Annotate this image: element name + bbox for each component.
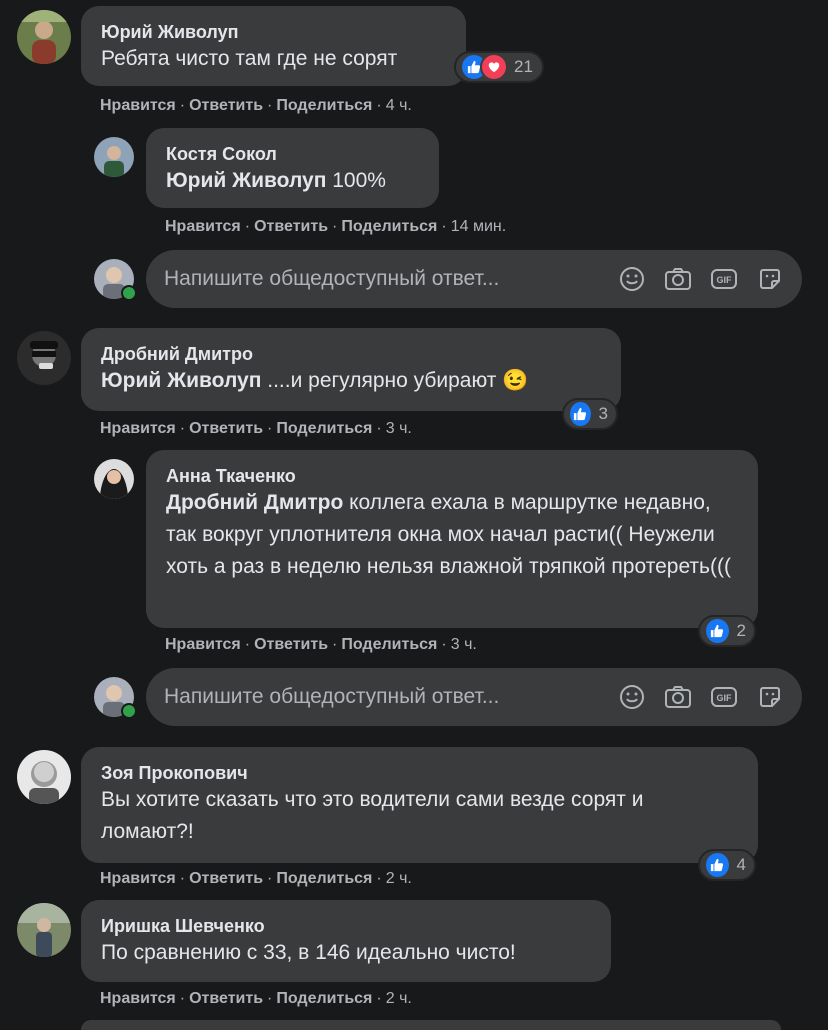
online-indicator xyxy=(121,285,137,301)
like-button[interactable]: Нравится xyxy=(165,218,241,235)
reply-placeholder: Напишите общедоступный ответ... xyxy=(164,685,500,708)
comment-text: По сравнению с 33, в 146 идеально чисто! xyxy=(101,941,516,964)
like-icon xyxy=(704,617,731,645)
comment-author[interactable]: Дробний Дмитро xyxy=(101,344,601,365)
next-bubble-edge xyxy=(81,1020,781,1030)
reply-button[interactable]: Ответить xyxy=(189,420,263,437)
comment-time[interactable]: 2 ч. xyxy=(386,870,412,887)
reaction-count: 21 xyxy=(514,57,533,76)
comment-time[interactable]: 3 ч. xyxy=(386,420,412,437)
mention-link[interactable]: Юрий Живолуп xyxy=(101,369,261,392)
comment-actions: Нравится · Ответить · Поделиться · 14 мин. xyxy=(165,218,507,235)
camera-icon[interactable] xyxy=(664,683,692,711)
sticker-icon[interactable] xyxy=(756,265,784,293)
comment-bubble: Иришка Шевченко По сравнению с 33, в 146… xyxy=(81,900,611,982)
like-icon xyxy=(704,851,731,879)
svg-text:GIF: GIF xyxy=(717,693,733,703)
reaction-summary[interactable]: 21 xyxy=(454,51,544,83)
comment-bubble: Костя Сокол Юрий Живолуп 100% xyxy=(146,128,439,208)
gif-icon[interactable]: GIF xyxy=(710,265,738,293)
comment-text: 100% xyxy=(326,169,386,192)
reaction-count: 2 xyxy=(736,621,746,640)
avatar[interactable] xyxy=(94,137,134,177)
comment-actions: Нравится · Ответить · Поделиться · 2 ч. xyxy=(100,990,412,1007)
comment-actions: Нравится · Ответить · Поделиться · 4 ч. xyxy=(100,97,412,114)
share-button[interactable]: Поделиться xyxy=(341,636,437,653)
reply-input[interactable]: Напишите общедоступный ответ... GIF xyxy=(146,668,802,726)
comment-bubble: Юрий Живолуп Ребята чисто там где не сор… xyxy=(81,6,466,86)
reply-button[interactable]: Ответить xyxy=(254,218,328,235)
avatar[interactable] xyxy=(94,459,134,499)
comment-text: Ребята чисто там где не сорят xyxy=(101,47,398,70)
reaction-summary[interactable]: 4 xyxy=(698,849,756,881)
comment-time[interactable]: 2 ч. xyxy=(386,990,412,1007)
like-icon xyxy=(568,400,593,428)
comment-bubble: Зоя Прокопович Вы хотите сказать что это… xyxy=(81,747,758,863)
gif-icon[interactable]: GIF xyxy=(710,683,738,711)
reaction-count: 3 xyxy=(598,404,608,423)
comment-actions: Нравится · Ответить · Поделиться · 2 ч. xyxy=(100,870,412,887)
reply-input[interactable]: Напишите общедоступный ответ... GIF xyxy=(146,250,802,308)
mention-link[interactable]: Дробний Дмитро xyxy=(166,491,343,514)
comment-author[interactable]: Иришка Шевченко xyxy=(101,916,591,937)
comment-time[interactable]: 3 ч. xyxy=(451,636,477,653)
like-button[interactable]: Нравится xyxy=(100,990,176,1007)
camera-icon[interactable] xyxy=(664,265,692,293)
avatar[interactable] xyxy=(17,331,71,385)
reply-button[interactable]: Ответить xyxy=(189,870,263,887)
emoji-icon[interactable] xyxy=(618,683,646,711)
like-button[interactable]: Нравится xyxy=(100,870,176,887)
love-icon xyxy=(480,53,508,81)
reaction-summary[interactable]: 2 xyxy=(698,615,756,647)
reply-button[interactable]: Ответить xyxy=(254,636,328,653)
emoji-icon[interactable] xyxy=(618,265,646,293)
comment-author[interactable]: Анна Ткаченко xyxy=(166,466,738,487)
comment-bubble: Анна Ткаченко Дробний Дмитро коллега еха… xyxy=(146,450,758,628)
share-button[interactable]: Поделиться xyxy=(276,420,372,437)
comment-actions: Нравится · Ответить · Поделиться · 3 ч. xyxy=(100,420,412,437)
comment-actions: Нравится · Ответить · Поделиться · 3 ч. xyxy=(165,636,477,653)
like-button[interactable]: Нравится xyxy=(165,636,241,653)
comment-text: Вы хотите сказать что это водители сами … xyxy=(101,788,644,843)
comment-author[interactable]: Зоя Прокопович xyxy=(101,763,738,784)
comment-author[interactable]: Юрий Живолуп xyxy=(101,22,446,43)
comment-bubble: Дробний Дмитро Юрий Живолуп ....и регуля… xyxy=(81,328,621,411)
reply-button[interactable]: Ответить xyxy=(189,990,263,1007)
comment-time[interactable]: 14 мин. xyxy=(451,218,506,235)
reply-button[interactable]: Ответить xyxy=(189,97,263,114)
comment-time[interactable]: 4 ч. xyxy=(386,97,412,114)
reaction-summary[interactable]: 3 xyxy=(562,398,618,430)
avatar[interactable] xyxy=(17,750,71,804)
comment-text: ....и регулярно убирают 😉 xyxy=(261,369,529,392)
online-indicator xyxy=(121,703,137,719)
reaction-count: 4 xyxy=(736,855,746,874)
svg-text:GIF: GIF xyxy=(717,275,733,285)
like-button[interactable]: Нравится xyxy=(100,97,176,114)
share-button[interactable]: Поделиться xyxy=(276,990,372,1007)
avatar[interactable] xyxy=(17,10,71,64)
avatar[interactable] xyxy=(17,903,71,957)
like-button[interactable]: Нравится xyxy=(100,420,176,437)
comment-author[interactable]: Костя Сокол xyxy=(166,144,419,165)
reply-placeholder: Напишите общедоступный ответ... xyxy=(164,267,500,290)
share-button[interactable]: Поделиться xyxy=(341,218,437,235)
sticker-icon[interactable] xyxy=(756,683,784,711)
share-button[interactable]: Поделиться xyxy=(276,870,372,887)
mention-link[interactable]: Юрий Живолуп xyxy=(166,169,326,192)
share-button[interactable]: Поделиться xyxy=(276,97,372,114)
